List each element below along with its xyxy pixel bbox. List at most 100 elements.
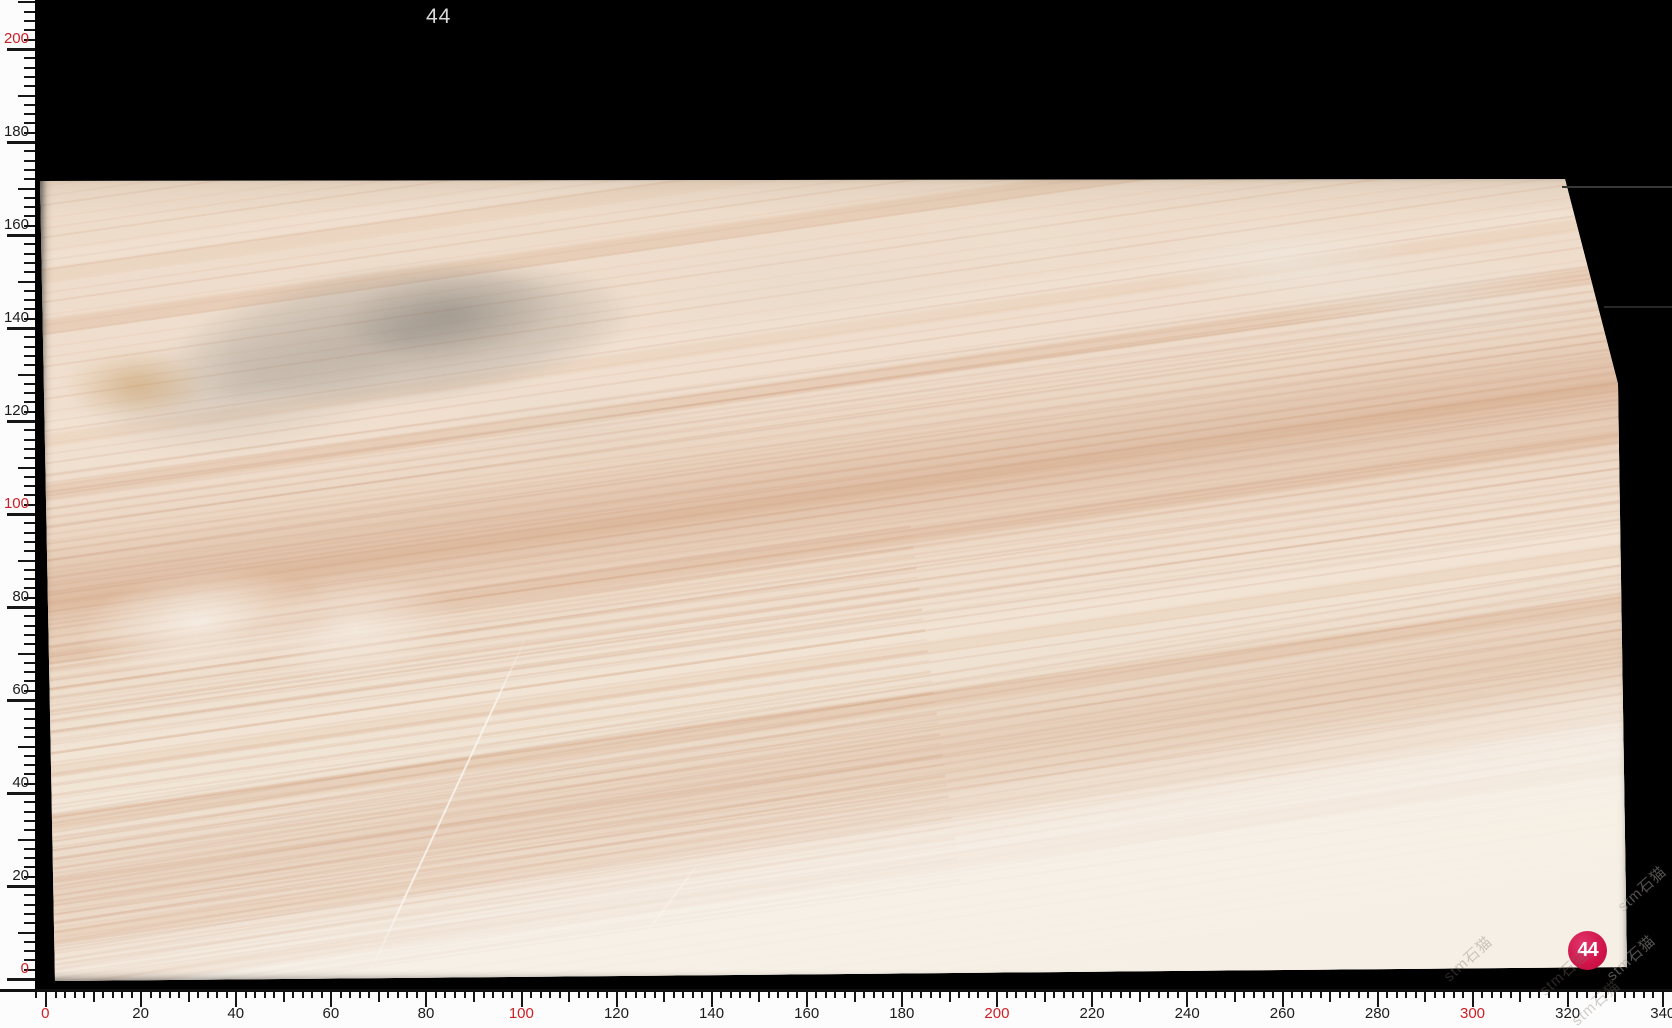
ruler-tick [24,736,35,739]
ruler-tick [24,819,35,822]
ruler-tick [24,438,35,441]
ruler-tick [18,187,35,190]
ruler-tick [339,992,342,998]
ruler-tick [1300,992,1303,998]
ruler-tick [7,885,35,888]
ruler-tick [577,992,580,998]
ruler-tick [1604,992,1607,998]
ruler-tick [24,85,35,88]
ruler-tick [396,992,399,998]
ruler-tick [1024,992,1027,998]
slab-image[interactable] [40,179,1627,981]
ruler-tick [691,992,694,998]
ruler-tick [7,792,35,795]
ruler-tick [1547,992,1550,998]
ruler-tick [1205,992,1208,998]
ruler-tick [1034,992,1037,998]
ruler-tick [568,992,571,1002]
ruler-tick [311,992,314,998]
ruler-tick [796,992,799,998]
ruler-tick [24,103,35,106]
ruler-tick [1433,992,1436,998]
ruler-tick [1424,992,1427,1002]
ruler-tick [948,992,951,1002]
ruler-tick [1176,992,1179,998]
ruler-tick [24,829,35,832]
ruler-tick [1367,992,1370,998]
ruler-tick [1462,992,1465,998]
ruler-tick [24,550,35,553]
ruler-tick [1405,992,1408,998]
ruler-tick [1291,992,1294,998]
ruler-tick [853,992,856,1002]
ruler-tick [24,271,35,274]
ruler-tick [225,992,228,998]
ruler-tick [1214,992,1217,998]
ruler-tick [1642,992,1645,998]
slab-scan-viewer: 44 200 180 160 140 120 100 80 60 40 20 0 0 20 40 60 80… [0,0,1672,1028]
ruler-tick [7,978,35,981]
ruler-tick [377,992,380,1002]
ruler-tick [7,141,35,144]
ruler-tick [24,178,35,181]
ruler-tick [1414,992,1417,998]
ruler-tick [18,280,35,283]
ruler-tick [18,652,35,655]
ruler-tick [910,992,913,998]
ruler-tick [939,992,942,998]
ruler-tick [24,243,35,246]
ruler-tick [1072,992,1075,998]
ruler-tick [159,992,162,998]
ruler-tick [7,606,35,609]
ruler-tick [64,992,67,998]
ruler-tick [24,754,35,757]
ruler-tick [24,540,35,543]
ruler-tick [539,992,542,998]
ruler-tick [587,992,590,998]
ruler-tick [7,48,35,51]
ruler-tick [1329,992,1332,1002]
ruler-tick [748,992,751,998]
ruler-tick [24,726,35,729]
ruler-tick [929,992,932,998]
ruler-label: 140 [3,309,29,326]
ruler-tick [1005,992,1008,998]
ruler-tick [24,708,35,711]
ruler-tick [1557,992,1560,998]
ruler-label: 220 [1079,1005,1105,1022]
ruler-tick [729,992,732,998]
ruler-label: 180 [3,123,29,140]
ruler-tick [1519,992,1522,1002]
ruler-label: 320 [1555,1005,1581,1022]
ruler-label: 120 [3,402,29,419]
ruler-tick [18,745,35,748]
ruler-tick [178,992,181,998]
ruler-tick [24,717,35,720]
ruler-label: 240 [1174,1005,1200,1022]
ruler-tick [1357,992,1360,998]
ruler-tick [92,992,95,1002]
ruler-label: 80 [12,588,29,605]
ruler-tick [644,992,647,998]
ruler-label: 260 [1269,1005,1295,1022]
ruler-tick [1053,992,1056,998]
ruler-tick [1167,992,1170,998]
ruler-tick [18,94,35,97]
ruler-tick [463,992,466,998]
ruler-tick [1110,992,1113,998]
ruler-tick [739,992,742,998]
ruler-tick [530,992,533,998]
ruler-tick [1310,992,1313,998]
ruler-tick [24,485,35,488]
ruler-tick [482,992,485,998]
ruler-tick [1490,992,1493,998]
ruler-label: 160 [3,216,29,233]
ruler-tick [24,671,35,674]
ruler-tick [24,912,35,915]
ruler-tick [24,289,35,292]
ruler-tick [216,992,219,998]
ruler-tick [511,992,514,998]
ruler-tick [1262,992,1265,998]
ruler-tick [824,992,827,998]
ruler-tick [168,992,171,998]
